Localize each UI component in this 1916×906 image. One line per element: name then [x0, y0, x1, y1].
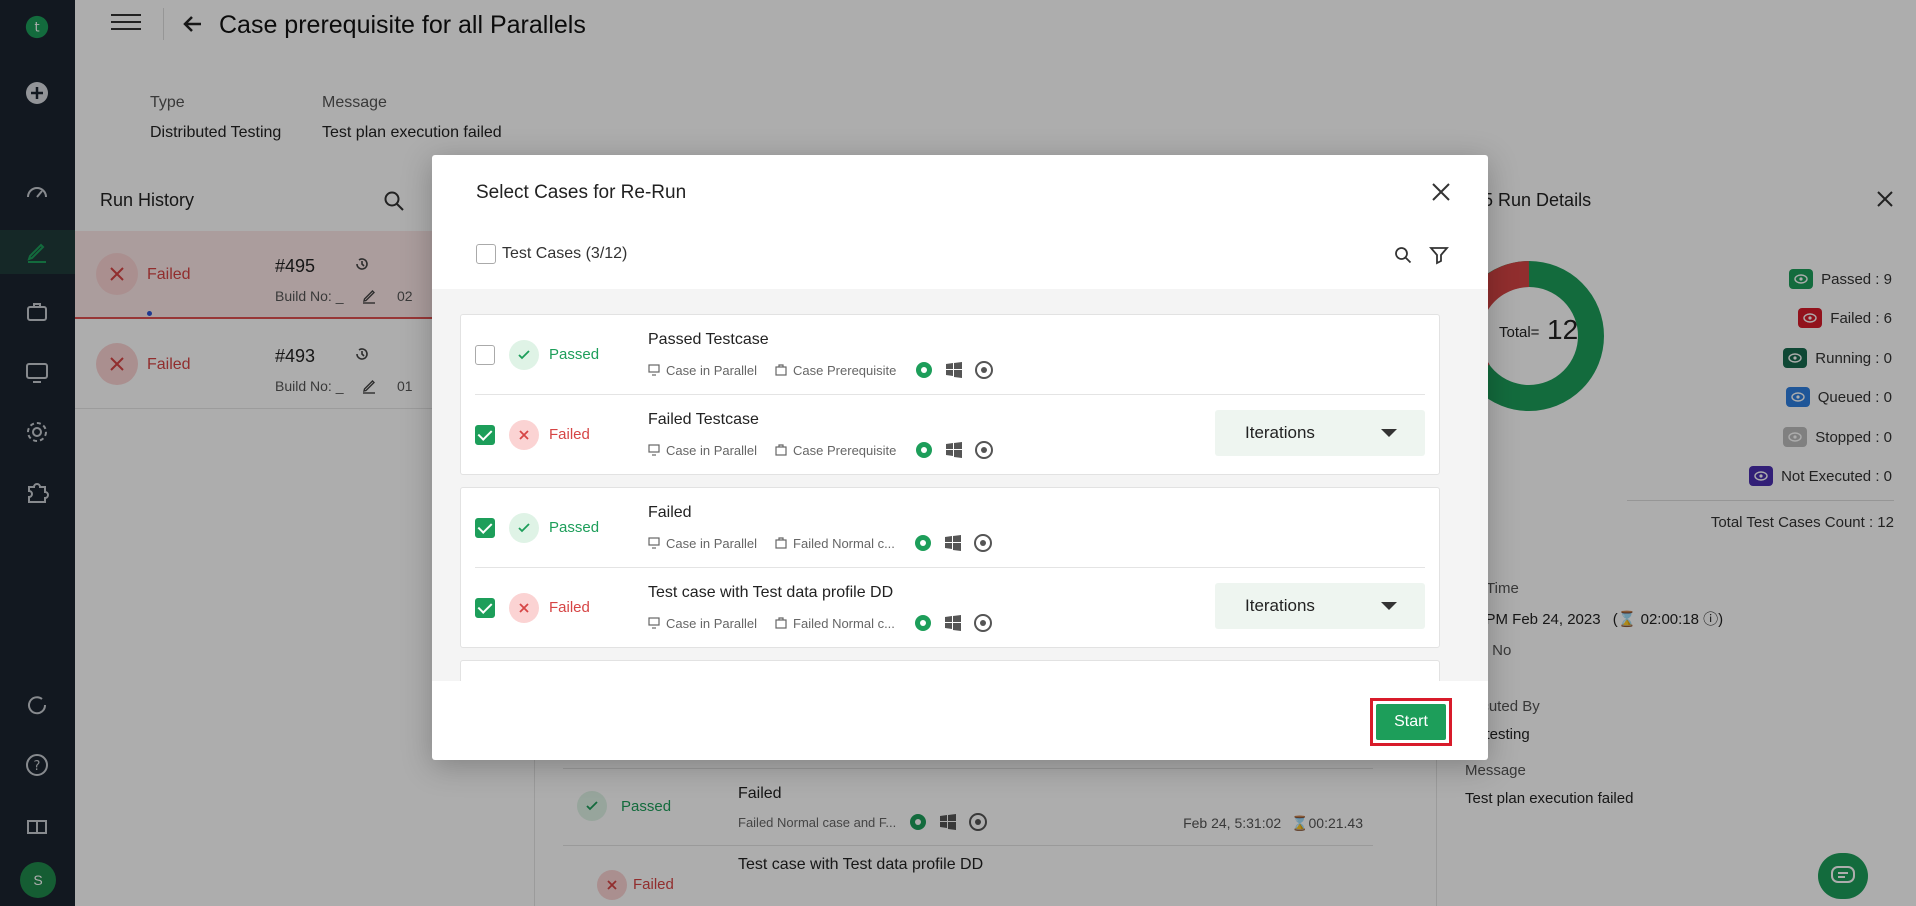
iterations-label: Iterations [1245, 596, 1315, 615]
case-status: Failed [549, 426, 590, 443]
case-checkbox[interactable] [475, 518, 495, 538]
case-suite: Case Prerequisite [793, 362, 897, 378]
case-meta: Case in Parallel Failed Normal c... [648, 533, 993, 553]
case-suite: Failed Normal c... [793, 535, 895, 551]
list-item[interactable]: Failed Test case with Test data profile … [461, 568, 1439, 648]
windows-icon [946, 442, 963, 458]
select-all-checkbox[interactable] [476, 244, 496, 264]
case-suite: Failed Normal c... [793, 615, 895, 631]
chevron-down-icon [1381, 602, 1397, 610]
iterations-dropdown[interactable]: Iterations [1215, 583, 1425, 629]
monitor-icon [648, 364, 660, 376]
windows-icon [944, 535, 961, 551]
environment-icons [913, 533, 993, 553]
app-logo-icon [916, 442, 933, 458]
case-checkbox[interactable] [475, 345, 495, 365]
close-icon[interactable] [1430, 181, 1452, 203]
chrome-icon [973, 534, 992, 552]
app-logo-icon [914, 535, 931, 551]
app-logo-icon [914, 615, 931, 631]
list-item[interactable]: Passed Failed Case in Parallel Failed No… [461, 488, 1439, 568]
failed-status-icon [509, 420, 539, 450]
case-meta: Case in Parallel Case Prerequisite [648, 440, 994, 460]
case-suite: Case Prerequisite [793, 442, 897, 458]
case-meta: Case in Parallel Failed Normal c... [648, 613, 993, 633]
test-cases-count-label: Test Cases (3/12) [502, 245, 628, 262]
test-case-group: Passed Passed Testcase Case in Parallel … [460, 314, 1440, 475]
chrome-icon [973, 614, 992, 632]
case-name: Failed Testcase [648, 411, 759, 428]
case-checkbox[interactable] [475, 425, 495, 445]
monitor-icon [648, 617, 660, 629]
case-mode: Case in Parallel [666, 535, 758, 551]
case-checkbox[interactable] [475, 598, 495, 618]
failed-status-icon [509, 593, 539, 623]
passed-status-icon [509, 513, 539, 543]
suite-icon [775, 537, 787, 549]
case-name: Passed Testcase [648, 331, 769, 348]
case-status: Passed [549, 346, 600, 363]
windows-icon [946, 362, 963, 378]
iterations-label: Iterations [1245, 423, 1315, 442]
environment-icons [914, 440, 994, 460]
suite-icon [775, 364, 787, 376]
monitor-icon [648, 537, 660, 549]
environment-icons [913, 613, 993, 633]
list-item[interactable]: Failed Failed Testcase Case in Parallel … [461, 395, 1439, 475]
start-button-highlight: Start [1370, 698, 1452, 746]
environment-icons [914, 360, 994, 380]
case-meta: Case in Parallel Case Prerequisite [648, 360, 994, 380]
list-item[interactable]: Passed Passed Testcase Case in Parallel … [461, 315, 1439, 395]
chrome-icon [975, 361, 994, 379]
case-name: Test case with Test data profile DD [648, 584, 894, 601]
windows-icon [944, 615, 961, 631]
rerun-modal: Select Cases for Re-Run Test Cases (3/12… [432, 155, 1488, 760]
chevron-down-icon [1381, 429, 1397, 437]
case-status: Passed [549, 519, 600, 536]
iterations-dropdown[interactable]: Iterations [1215, 410, 1425, 456]
case-mode: Case in Parallel [666, 615, 758, 631]
search-icon[interactable] [1394, 246, 1412, 264]
test-case-list: Passed Passed Testcase Case in Parallel … [432, 289, 1488, 681]
suite-icon [775, 444, 787, 456]
passed-status-icon [509, 340, 539, 370]
chrome-icon [975, 441, 994, 459]
test-case-group: Passed Failed Case in Parallel Failed No… [460, 487, 1440, 648]
case-name: Failed [648, 504, 692, 521]
suite-icon [775, 617, 787, 629]
modal-title: Select Cases for Re-Run [476, 182, 687, 203]
filter-icon[interactable] [1429, 245, 1449, 265]
case-status: Failed [549, 599, 590, 616]
start-button[interactable]: Start [1376, 704, 1446, 740]
monitor-icon [648, 444, 660, 456]
app-logo-icon [916, 362, 933, 378]
case-mode: Case in Parallel [666, 442, 758, 458]
case-mode: Case in Parallel [666, 362, 758, 378]
test-case-group [460, 660, 1440, 681]
